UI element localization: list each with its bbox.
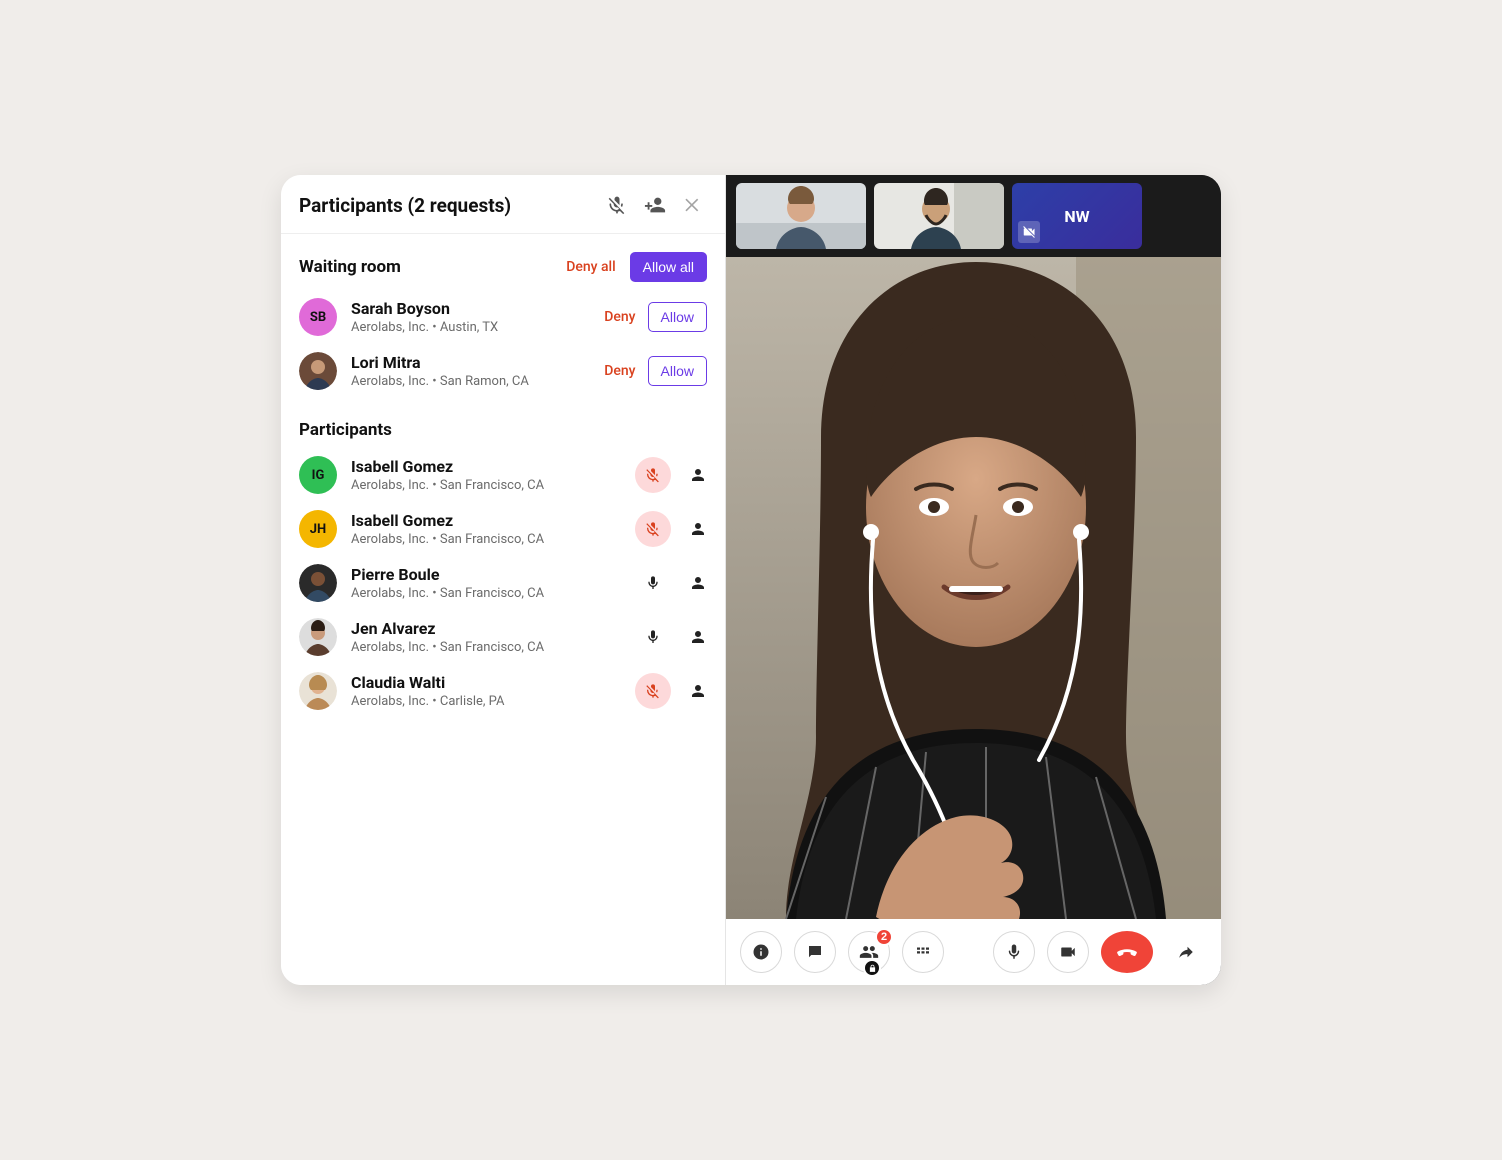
main-video[interactable]: [726, 257, 1221, 919]
thumbnail-strip: NW: [726, 175, 1221, 257]
person-options-icon[interactable]: [689, 682, 707, 700]
panel-header: Participants (2 requests): [281, 175, 725, 234]
lock-icon: [863, 959, 881, 977]
allow-button[interactable]: Allow: [648, 302, 707, 332]
avatar: [299, 352, 337, 390]
avatar: [299, 564, 337, 602]
deny-all-button[interactable]: Deny all: [566, 259, 615, 275]
participants-panel: Participants (2 requests) Waiting room D…: [281, 175, 726, 985]
participants-badge: 2: [875, 928, 893, 946]
participants-header: Participants: [281, 398, 725, 448]
person-sub: Aerolabs, Inc. • Austin, TX: [351, 320, 604, 335]
person-name: Sarah Boyson: [351, 299, 604, 318]
mic-muted-icon[interactable]: [635, 457, 671, 493]
mic-muted-icon[interactable]: [635, 511, 671, 547]
person-name: Pierre Boule: [351, 565, 635, 584]
person-options-icon[interactable]: [689, 628, 707, 646]
participant-row: Claudia Walti Aerolabs, Inc. • Carlisle,…: [281, 664, 725, 718]
mic-icon[interactable]: [635, 619, 671, 655]
person-sub: Aerolabs, Inc. • San Francisco, CA: [351, 478, 635, 493]
avatar: [299, 672, 337, 710]
person-name: Lori Mitra: [351, 353, 604, 372]
waiting-room-title: Waiting room: [299, 257, 566, 277]
participants-button[interactable]: 2: [848, 931, 890, 973]
mute-all-icon[interactable]: [603, 191, 631, 219]
participant-row: JH Isabell Gomez Aerolabs, Inc. • San Fr…: [281, 502, 725, 556]
chat-button[interactable]: [794, 931, 836, 973]
person-name: Isabell Gomez: [351, 511, 635, 530]
waiting-room-header: Waiting room Deny all Allow all: [281, 234, 725, 290]
avatar-initials: NW: [1064, 207, 1089, 226]
person-sub: Aerolabs, Inc. • Carlisle, PA: [351, 694, 635, 709]
avatar: [299, 618, 337, 656]
mic-muted-icon[interactable]: [635, 673, 671, 709]
allow-all-button[interactable]: Allow all: [630, 252, 707, 282]
waiting-row: Lori Mitra Aerolabs, Inc. • San Ramon, C…: [281, 344, 725, 398]
add-person-icon[interactable]: [641, 191, 669, 219]
avatar: IG: [299, 456, 337, 494]
close-panel-icon[interactable]: [679, 191, 707, 219]
person-options-icon[interactable]: [689, 574, 707, 592]
allow-button[interactable]: Allow: [648, 356, 707, 386]
dialpad-button[interactable]: [902, 931, 944, 973]
video-thumbnail-avatar[interactable]: NW: [1012, 183, 1142, 249]
mic-toggle-button[interactable]: [993, 931, 1035, 973]
video-thumbnail[interactable]: [874, 183, 1004, 249]
control-bar: 2: [726, 919, 1221, 985]
person-sub: Aerolabs, Inc. • San Ramon, CA: [351, 374, 604, 389]
video-area: NW: [726, 175, 1221, 985]
info-button[interactable]: [740, 931, 782, 973]
panel-title: Participants (2 requests): [299, 194, 593, 217]
person-name: Claudia Walti: [351, 673, 635, 692]
camera-toggle-button[interactable]: [1047, 931, 1089, 973]
person-name: Jen Alvarez: [351, 619, 635, 638]
participant-row: IG Isabell Gomez Aerolabs, Inc. • San Fr…: [281, 448, 725, 502]
person-sub: Aerolabs, Inc. • San Francisco, CA: [351, 586, 635, 601]
video-thumbnail[interactable]: [736, 183, 866, 249]
deny-button[interactable]: Deny: [604, 363, 635, 379]
participants-title: Participants: [299, 420, 707, 440]
mic-icon[interactable]: [635, 565, 671, 601]
person-options-icon[interactable]: [689, 466, 707, 484]
avatar: JH: [299, 510, 337, 548]
hangup-button[interactable]: [1101, 931, 1153, 973]
share-button[interactable]: [1165, 931, 1207, 973]
person-sub: Aerolabs, Inc. • San Francisco, CA: [351, 640, 635, 655]
person-name: Isabell Gomez: [351, 457, 635, 476]
deny-button[interactable]: Deny: [604, 309, 635, 325]
person-sub: Aerolabs, Inc. • San Francisco, CA: [351, 532, 635, 547]
avatar: SB: [299, 298, 337, 336]
waiting-row: SB Sarah Boyson Aerolabs, Inc. • Austin,…: [281, 290, 725, 344]
video-call-window: Participants (2 requests) Waiting room D…: [281, 175, 1221, 985]
participant-row: Jen Alvarez Aerolabs, Inc. • San Francis…: [281, 610, 725, 664]
camera-off-icon: [1018, 221, 1040, 243]
participant-row: Pierre Boule Aerolabs, Inc. • San Franci…: [281, 556, 725, 610]
person-options-icon[interactable]: [689, 520, 707, 538]
